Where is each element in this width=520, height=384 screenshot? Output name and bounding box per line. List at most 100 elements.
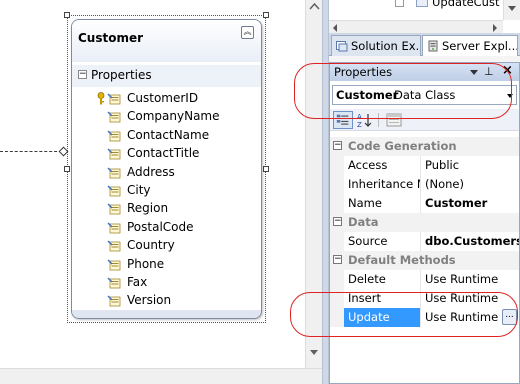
- property-name: CompanyName: [127, 109, 220, 124]
- entity-property-row[interactable]: CompanyName: [72, 108, 261, 126]
- entity-property-row[interactable]: Fax: [72, 274, 261, 292]
- grid-row-source[interactable]: Source dbo.Customers: [330, 232, 519, 251]
- property-value-cell[interactable]: Public: [421, 156, 519, 175]
- category-label: Data: [348, 215, 379, 229]
- category-label: Code Generation: [348, 139, 457, 153]
- svg-text:Z: Z: [357, 121, 362, 129]
- property-icon: [107, 130, 121, 142]
- entity-property-row[interactable]: ContactName: [72, 127, 261, 145]
- entity-property-row[interactable]: Address: [72, 164, 261, 182]
- canvas-horizontal-scrollbar[interactable]: [0, 368, 322, 384]
- property-icon: [107, 222, 121, 234]
- grid-row-inheritance-modifier[interactable]: Inheritance M (None): [330, 175, 519, 194]
- entity-property-row[interactable]: Phone: [72, 256, 261, 274]
- category-collapse-icon[interactable]: −: [333, 141, 342, 150]
- property-name: Version: [127, 293, 172, 308]
- property-name: CustomerID: [127, 91, 199, 105]
- tab-label: Server Expl...: [442, 39, 518, 53]
- property-name-cell: Delete: [344, 270, 421, 289]
- entity-property-row[interactable]: PostalCode: [72, 219, 261, 237]
- property-icon: [107, 277, 121, 289]
- property-name: Fax: [127, 274, 148, 289]
- tree-horizontal-scrollbar[interactable]: [329, 20, 503, 33]
- properties-section-header[interactable]: − Properties: [72, 65, 261, 87]
- entity-property-row[interactable]: ContactTitle: [72, 145, 261, 163]
- resize-handle[interactable]: [64, 166, 70, 172]
- property-icon: [107, 93, 121, 105]
- highlight-object-selector: [294, 63, 512, 119]
- resize-handle[interactable]: [263, 12, 269, 18]
- entity-header[interactable]: Customer ︽: [72, 20, 261, 62]
- grid-gutter: [330, 175, 344, 194]
- property-name-cell: Source: [344, 232, 421, 251]
- section-collapse-icon[interactable]: −: [78, 70, 87, 79]
- customer-entity-shape[interactable]: Customer ︽ − Properties CustomerID Compa…: [71, 19, 262, 319]
- property-name: City: [127, 182, 151, 197]
- property-name: ContactTitle: [127, 146, 200, 161]
- property-icon: [107, 240, 121, 252]
- solution-explorer-icon: [336, 41, 348, 52]
- scroll-down-icon[interactable]: [310, 350, 318, 355]
- designer-canvas[interactable]: Customer ︽ − Properties CustomerID Compa…: [0, 0, 322, 384]
- document-icon: [416, 0, 428, 7]
- property-value-cell[interactable]: Customer: [421, 194, 519, 213]
- entity-property-row[interactable]: CustomerID: [72, 90, 261, 108]
- property-name: Address: [127, 164, 175, 179]
- property-value-cell[interactable]: dbo.Customers: [421, 232, 519, 251]
- tree-expand-icon[interactable]: [395, 0, 404, 7]
- category-collapse-icon[interactable]: −: [333, 255, 342, 264]
- property-icon: [107, 259, 121, 270]
- grid-category[interactable]: − Default Methods: [330, 251, 519, 270]
- collapse-icon[interactable]: ︽: [241, 26, 254, 39]
- property-icon: [107, 111, 121, 123]
- tool-window-tabs: Solution Ex... Server Expl...: [329, 33, 520, 56]
- scroll-down-icon[interactable]: [508, 6, 516, 11]
- solution-tree: UpdateCust: [329, 0, 520, 33]
- tree-item-label[interactable]: UpdateCust: [432, 0, 499, 9]
- tree-vertical-scrollbar[interactable]: [503, 0, 520, 20]
- scroll-left-icon[interactable]: [333, 24, 337, 32]
- property-name-cell: Name: [344, 194, 421, 213]
- resize-handle[interactable]: [263, 166, 269, 172]
- grid-row-delete[interactable]: Delete Use Runtime: [330, 270, 519, 289]
- resize-handle[interactable]: [64, 12, 70, 18]
- scroll-right-icon[interactable]: [493, 24, 497, 32]
- entity-property-list: CustomerID CompanyName ContactName Conta…: [72, 90, 261, 311]
- entity-property-row[interactable]: Region: [72, 200, 261, 218]
- property-name: PostalCode: [127, 219, 194, 234]
- entity-title: Customer: [78, 31, 144, 45]
- tab-label: Solution Ex...: [351, 39, 421, 53]
- grid-gutter: [330, 232, 344, 251]
- grid-gutter: [330, 270, 344, 289]
- property-name-cell: Access: [344, 156, 421, 175]
- primary-key-icon: [97, 92, 105, 105]
- grid-row-name[interactable]: Name Customer: [330, 194, 519, 213]
- entity-property-row[interactable]: Version: [72, 292, 261, 310]
- tab-solution-explorer[interactable]: Solution Ex...: [331, 35, 421, 56]
- property-name: ContactName: [127, 127, 210, 142]
- tab-server-explorer[interactable]: Server Expl...: [422, 35, 518, 56]
- entity-footer: [72, 310, 261, 318]
- property-name: Phone: [127, 256, 165, 271]
- category-collapse-icon[interactable]: −: [333, 217, 342, 226]
- scroll-up-icon[interactable]: [308, 2, 321, 11]
- grid-row-access[interactable]: Access Public: [330, 156, 519, 175]
- grid-category[interactable]: − Data: [330, 213, 519, 232]
- entity-property-row[interactable]: City: [72, 182, 261, 200]
- property-name: Country: [127, 238, 175, 253]
- properties-section-label: Properties: [91, 68, 152, 82]
- property-icon: [107, 295, 121, 307]
- grid-gutter: [330, 156, 344, 175]
- category-label: Default Methods: [348, 253, 456, 267]
- property-value-cell[interactable]: (None): [421, 175, 519, 194]
- property-icon: [107, 185, 121, 197]
- property-name: Region: [127, 201, 169, 216]
- property-icon: [107, 167, 121, 178]
- entity-property-row[interactable]: Country: [72, 237, 261, 255]
- association-line[interactable]: [0, 151, 62, 152]
- server-explorer-icon: [428, 40, 438, 52]
- grid-category[interactable]: − Code Generation: [330, 137, 519, 156]
- property-value-cell[interactable]: Use Runtime: [421, 270, 519, 289]
- property-icon: [107, 203, 121, 215]
- property-name-cell: Inheritance M: [344, 175, 421, 194]
